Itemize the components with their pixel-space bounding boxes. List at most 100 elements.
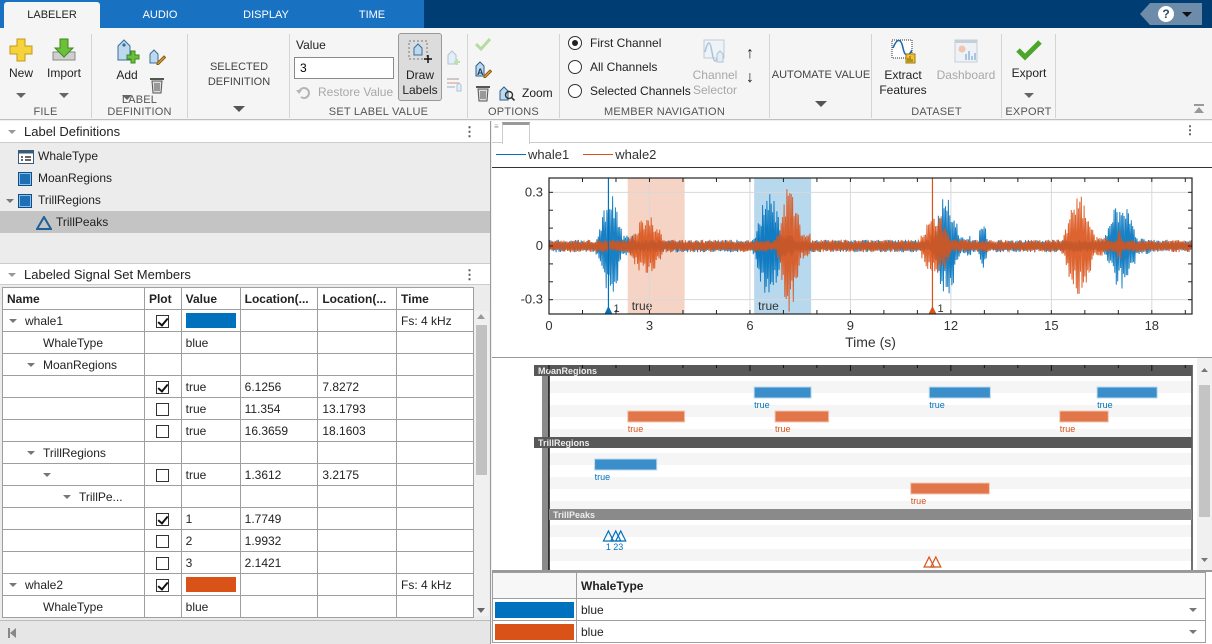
name-cell[interactable] <box>2 375 145 398</box>
tree-item-trillpeaks[interactable]: TrillPeaks <box>0 211 490 233</box>
value-cell[interactable] <box>180 573 241 596</box>
name-cell[interactable] <box>2 463 145 486</box>
display-tab[interactable] <box>502 122 530 144</box>
expand-icon[interactable] <box>43 473 51 478</box>
name-cell[interactable]: TrillPe... <box>2 485 145 508</box>
plot-checkbox[interactable] <box>156 512 170 526</box>
value-cell[interactable]: true <box>180 463 241 486</box>
column-header-name[interactable]: Name <box>2 287 145 310</box>
value-cell[interactable]: blue <box>180 331 241 354</box>
selected-channels-radio[interactable]: Selected Channels <box>568 84 691 98</box>
next-member-button[interactable]: ↓ <box>746 70 754 86</box>
new-button[interactable]: New <box>4 38 38 102</box>
name-cell[interactable]: whale2 <box>2 573 145 596</box>
name-cell[interactable]: whale1 <box>2 309 145 332</box>
column-header-value[interactable]: Value <box>180 287 241 310</box>
timeline-label-bar[interactable] <box>1096 386 1158 399</box>
zoom-button[interactable]: Zoom <box>498 85 553 101</box>
label-definitions-header[interactable]: Label Definitions ⋮ <box>0 121 490 143</box>
trash-icon[interactable] <box>149 76 165 94</box>
value-cell[interactable] <box>180 441 241 464</box>
timeline-section-header[interactable] <box>534 437 1192 448</box>
kebab-menu-icon[interactable]: ⋮ <box>1184 123 1196 137</box>
timeline-label-bar[interactable] <box>928 386 991 399</box>
dashboard-button[interactable]: Dashboard <box>934 38 998 83</box>
extract-features-button[interactable]: Extract Features <box>878 38 928 98</box>
whaletype-dropdown[interactable]: blue <box>576 620 1206 643</box>
drag-handle-icon[interactable]: ≡ <box>494 123 499 131</box>
value-cell[interactable] <box>180 485 241 508</box>
name-cell[interactable] <box>2 551 145 574</box>
kebab-menu-icon[interactable]: ⋮ <box>463 121 476 143</box>
table-row[interactable]: MoanRegions <box>2 353 474 376</box>
scrollbar-thumb[interactable] <box>476 325 487 475</box>
color-swatch[interactable] <box>185 313 236 329</box>
tree-item-whaletype[interactable]: WhaleType <box>0 145 490 167</box>
members-header[interactable]: Labeled Signal Set Members ⋮ <box>0 263 490 285</box>
expand-icon[interactable] <box>27 363 35 368</box>
plot-checkbox[interactable] <box>156 556 170 570</box>
label-timeline[interactable]: MoanRegions true true true true true true Trill… <box>492 357 1212 570</box>
scroll-up-icon[interactable] <box>477 314 485 319</box>
timeline-section-header[interactable] <box>549 509 1192 520</box>
value-cell[interactable] <box>180 353 241 376</box>
table-row[interactable]: WhaleType blue <box>2 331 474 354</box>
tree-item-trillregions[interactable]: TrillRegions <box>0 189 490 211</box>
plot-checkbox[interactable] <box>156 578 170 592</box>
first-channel-radio[interactable]: First Channel <box>568 36 661 50</box>
value-cell[interactable]: true <box>180 397 241 420</box>
timeline-scrollbar-thumb[interactable] <box>1199 385 1210 517</box>
column-header-plot[interactable]: Plot <box>143 287 182 310</box>
all-channels-radio[interactable]: All Channels <box>568 60 657 74</box>
table-row[interactable]: 1 1.7749 <box>2 507 474 530</box>
tab-audio[interactable]: AUDIO <box>112 0 208 28</box>
tab-display[interactable]: DISPLAY <box>218 0 314 28</box>
table-row[interactable]: true 11.354 13.1793 <box>2 397 474 420</box>
whaletype-dropdown[interactable]: blue <box>576 598 1206 621</box>
table-row[interactable]: true 16.3659 18.1603 <box>2 419 474 442</box>
legend-entry[interactable]: whale2 <box>583 147 656 162</box>
color-swatch[interactable] <box>185 577 236 593</box>
plot-checkbox[interactable] <box>156 534 170 548</box>
name-cell[interactable]: MoanRegions <box>2 353 145 376</box>
restore-value-button[interactable]: Restore Value <box>296 85 393 100</box>
table-row[interactable]: whale2 Fs: 4 kHz <box>2 573 474 596</box>
export-button[interactable]: Export <box>1006 38 1052 102</box>
table-row[interactable]: 2 1.9932 <box>2 529 474 552</box>
name-cell[interactable]: WhaleType <box>2 595 145 618</box>
help-button[interactable]: ? <box>1140 3 1202 25</box>
value-cell[interactable]: 3 <box>180 551 241 574</box>
channel-selector-button[interactable]: Channel Selector <box>690 38 740 98</box>
timeline-section-header[interactable] <box>534 365 1192 376</box>
selected-definition-group[interactable]: SELECTED DEFINITION <box>188 34 290 118</box>
import-button[interactable]: Import <box>42 38 86 102</box>
tree-item-moanregions[interactable]: MoanRegions <box>0 167 490 189</box>
edit-attribute-icon[interactable]: A <box>474 60 492 78</box>
table-row[interactable]: true 6.1256 7.8272 <box>2 375 474 398</box>
column-header-location-max[interactable]: Location(... <box>317 287 397 310</box>
check-icon[interactable] <box>475 37 491 51</box>
value-cell[interactable]: true <box>180 419 241 442</box>
table-row[interactable]: TrillPe... <box>2 485 474 508</box>
timeline-label-bar[interactable] <box>627 410 686 423</box>
timeline-label-bar[interactable] <box>774 410 830 423</box>
value-cell[interactable] <box>180 309 241 332</box>
previous-member-button[interactable]: ↑ <box>746 46 754 62</box>
expand-icon[interactable] <box>27 451 35 456</box>
name-cell[interactable]: TrillRegions <box>2 441 145 464</box>
name-cell[interactable] <box>2 397 145 420</box>
members-scrollbar[interactable] <box>474 311 489 616</box>
timeline-label-bar[interactable] <box>753 386 812 399</box>
timeline-label-bar[interactable] <box>1059 410 1109 423</box>
trash-icon[interactable] <box>475 84 491 102</box>
timeline-label-bar[interactable] <box>594 458 658 471</box>
plot-checkbox[interactable] <box>156 424 170 438</box>
signal-chart[interactable]: true true1 10 3 6 9 12 15 18-0.300.3Time (s) <box>492 171 1212 351</box>
expand-icon[interactable] <box>9 319 17 324</box>
table-row[interactable]: WhaleType blue <box>2 595 474 618</box>
automate-value-button[interactable]: AUTOMATE VALUE <box>770 68 872 112</box>
scroll-down-icon[interactable] <box>477 608 485 613</box>
value-cell[interactable]: true <box>180 375 241 398</box>
plot-checkbox[interactable] <box>156 314 170 328</box>
plot-checkbox[interactable] <box>156 380 170 394</box>
